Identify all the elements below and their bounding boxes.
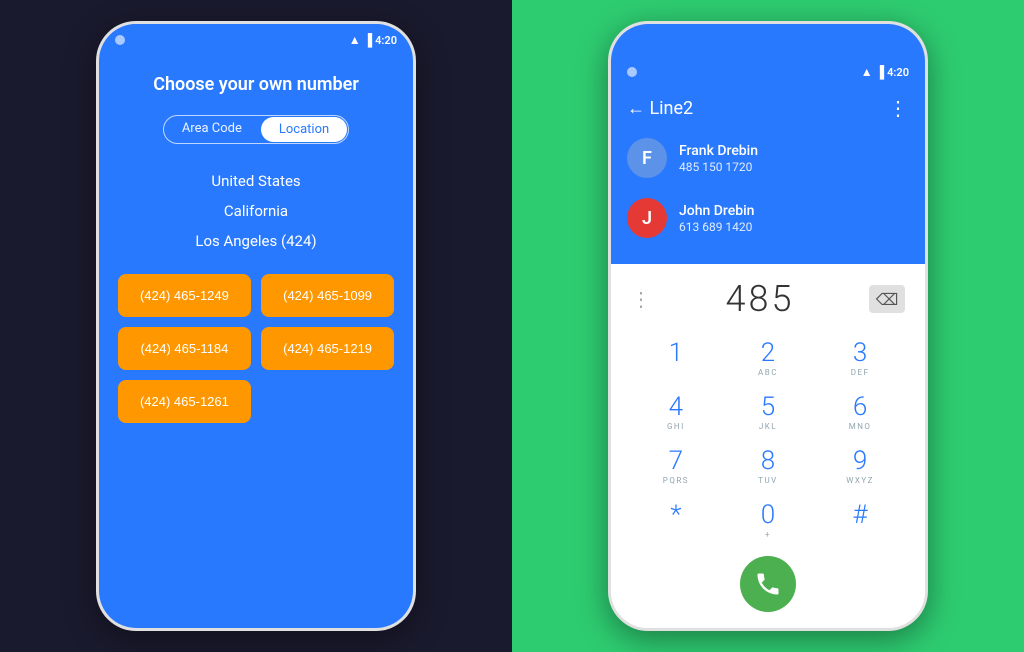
key-9[interactable]: 9 WXYZ bbox=[814, 440, 906, 494]
key-4[interactable]: 4 GHI bbox=[630, 386, 722, 440]
right-notch-dot bbox=[627, 67, 637, 77]
phone-icon bbox=[754, 570, 782, 598]
area-code-tab[interactable]: Area Code bbox=[164, 116, 260, 143]
dialer-options-icon[interactable]: ⋮ bbox=[631, 287, 651, 311]
number-btn-0[interactable]: (424) 465-1249 bbox=[118, 274, 251, 317]
left-signal-icon: ▐ bbox=[364, 33, 373, 47]
left-notch-dot bbox=[115, 35, 125, 45]
key-1[interactable]: 1 bbox=[630, 332, 722, 386]
contact-avatar-john: J bbox=[627, 198, 667, 238]
location-country[interactable]: United States bbox=[211, 168, 300, 194]
key-6[interactable]: 6 MNO bbox=[814, 386, 906, 440]
call-button[interactable] bbox=[740, 556, 796, 612]
contact-avatar-frank: F bbox=[627, 138, 667, 178]
left-phone-screen: Choose your own number Area Code Locatio… bbox=[99, 24, 413, 628]
left-phone-title: Choose your own number bbox=[153, 74, 359, 95]
backspace-button[interactable]: ⌫ bbox=[869, 285, 905, 313]
key-7[interactable]: 7 PQRS bbox=[630, 440, 722, 494]
dialer-display: 485 bbox=[726, 278, 795, 320]
back-button[interactable]: ← Line2 bbox=[627, 98, 693, 119]
number-grid: (424) 465-1249 (424) 465-1099 (424) 465-… bbox=[118, 274, 394, 423]
left-phone-frame: ▲ ▐ 4:20 Choose your own number Area Cod… bbox=[96, 21, 416, 631]
contact-row-john[interactable]: J John Drebin 613 689 1420 bbox=[611, 188, 925, 248]
location-list: United States California Los Angeles (42… bbox=[99, 168, 413, 254]
contact-name-frank: Frank Drebin bbox=[679, 143, 909, 159]
right-phone-screen: ▲ ▐ 4:20 ← Line2 ⋮ F Frank Drebi bbox=[611, 24, 925, 628]
dialer-header: ← Line2 ⋮ bbox=[611, 88, 925, 128]
contact-name-john: John Drebin bbox=[679, 203, 909, 219]
number-btn-4[interactable]: (424) 465-1261 bbox=[118, 380, 251, 423]
number-btn-3[interactable]: (424) 465-1219 bbox=[261, 327, 394, 370]
left-wifi-icon: ▲ bbox=[349, 33, 361, 47]
right-signal-icon: ▐ bbox=[876, 65, 885, 79]
number-btn-2[interactable]: (424) 465-1184 bbox=[118, 327, 251, 370]
key-5[interactable]: 5 JKL bbox=[722, 386, 814, 440]
right-time: 4:20 bbox=[887, 66, 909, 79]
right-phone-frame: ▲ ▐ 4:20 ← Line2 ⋮ F Frank Drebi bbox=[608, 21, 928, 631]
right-background: ▲ ▐ 4:20 ← Line2 ⋮ F Frank Drebi bbox=[512, 0, 1024, 652]
key-2[interactable]: 2 ABC bbox=[722, 332, 814, 386]
contact-info-frank: Frank Drebin 485 150 1720 bbox=[679, 143, 909, 174]
area-code-location-toggle[interactable]: Area Code Location bbox=[163, 115, 349, 144]
number-btn-1[interactable]: (424) 465-1099 bbox=[261, 274, 394, 317]
left-status-bar: ▲ ▐ 4:20 bbox=[99, 24, 413, 56]
dialer-bottom-section: ⋮ 485 ⌫ 1 2 ABC 3 bbox=[611, 264, 925, 628]
dialer-input-row: ⋮ 485 ⌫ bbox=[611, 274, 925, 332]
key-3[interactable]: 3 DEF bbox=[814, 332, 906, 386]
key-0[interactable]: 0 + bbox=[722, 494, 814, 548]
left-time: 4:20 bbox=[375, 34, 397, 47]
location-tab[interactable]: Location bbox=[261, 117, 347, 142]
right-status-bar: ▲ ▐ 4:20 bbox=[611, 56, 925, 88]
keypad: 1 2 ABC 3 DEF 4 GHI bbox=[630, 332, 906, 548]
key-star[interactable]: * bbox=[630, 494, 722, 548]
left-background: ▲ ▐ 4:20 Choose your own number Area Cod… bbox=[0, 0, 512, 652]
key-hash[interactable]: # bbox=[814, 494, 906, 548]
dialer-top-section: ▲ ▐ 4:20 ← Line2 ⋮ F Frank Drebi bbox=[611, 24, 925, 264]
contact-number-john: 613 689 1420 bbox=[679, 220, 909, 234]
contact-row-frank[interactable]: F Frank Drebin 485 150 1720 bbox=[611, 128, 925, 188]
right-wifi-icon: ▲ bbox=[861, 65, 873, 79]
contact-number-frank: 485 150 1720 bbox=[679, 160, 909, 174]
contact-info-john: John Drebin 613 689 1420 bbox=[679, 203, 909, 234]
key-8[interactable]: 8 TUV bbox=[722, 440, 814, 494]
menu-button[interactable]: ⋮ bbox=[888, 96, 909, 120]
location-state[interactable]: California bbox=[224, 198, 288, 224]
location-city[interactable]: Los Angeles (424) bbox=[195, 228, 316, 254]
